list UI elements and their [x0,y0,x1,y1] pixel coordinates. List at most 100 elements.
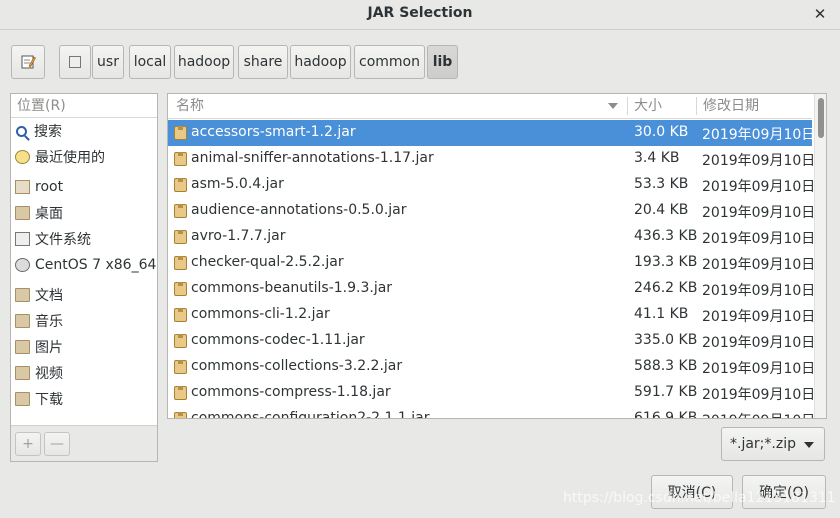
file-row[interactable]: accessors-smart-1.2.jar 30.0 KB 2019年09月… [168,120,815,146]
file-list: 名称 大小 修改日期 accessors-smart-1.2.jar 30.0 … [167,93,827,419]
file-name: avro-1.7.7.jar [191,228,286,244]
jar-file-icon [174,282,187,296]
jar-file-icon [174,152,187,166]
file-name: commons-compress-1.18.jar [191,384,391,400]
places-item-videos[interactable]: 视频 [11,361,157,385]
file-row[interactable]: audience-annotations-0.5.0.jar 20.4 KB 2… [168,198,816,224]
jar-file-icon [174,204,187,218]
jar-file-icon [174,178,187,192]
places-item-label: 视频 [35,366,63,382]
places-item-desktop[interactable]: 桌面 [11,201,157,225]
file-modified: 2019年09月10日 [702,231,816,247]
breadcrumb-hadoop[interactable]: hadoop [174,45,234,79]
places-item-label: 文档 [35,288,63,304]
file-name: asm-5.0.4.jar [191,176,284,192]
places-item-pictures[interactable]: 图片 [11,335,157,359]
places-item-label: 下载 [35,392,63,408]
file-modified: 2019年09月10日 [702,361,816,377]
breadcrumb-lib[interactable]: lib [427,45,458,79]
add-bookmark-button[interactable]: + [15,432,41,456]
file-size: 246.2 KB [634,280,698,296]
places-item-label: root [35,179,64,195]
jar-file-icon [174,412,187,418]
breadcrumb-usr[interactable]: usr [92,45,124,79]
file-modified: 2019年09月10日 [702,335,816,351]
file-row[interactable]: commons-cli-1.2.jar 41.1 KB 2019年09月10日 [168,302,816,328]
file-name: checker-qual-2.5.2.jar [191,254,344,270]
jar-file-icon [174,386,187,400]
file-row[interactable]: animal-sniffer-annotations-1.17.jar 3.4 … [168,146,816,172]
remove-bookmark-button[interactable]: — [44,432,70,456]
file-row[interactable]: commons-codec-1.11.jar 335.0 KB 2019年09月… [168,328,816,354]
places-item-documents[interactable]: 文档 [11,283,157,307]
drive-icon [69,56,81,68]
chevron-down-icon [804,442,814,448]
file-modified: 2019年09月10日 [702,205,816,221]
vertical-scrollbar[interactable] [814,94,826,418]
jar-file-icon [174,334,187,348]
column-header-name[interactable]: 名称 [170,94,626,118]
file-modified: 2019年09月10日 [702,283,816,299]
jar-file-icon [174,230,187,244]
file-size: 588.3 KB [634,358,698,374]
breadcrumb-share[interactable]: share [238,45,288,79]
file-name: commons-beanutils-1.9.3.jar [191,280,393,296]
places-item-label: 桌面 [35,206,63,222]
file-name: audience-annotations-0.5.0.jar [191,202,407,218]
file-type-filter-select[interactable]: *.jar;*.zip [721,427,825,461]
places-sidebar: 位置(R) 搜索 最近使用的 root 桌面 文件系统 CentOS 7 x86… [10,93,158,462]
places-item-root[interactable]: root [11,175,157,199]
ok-button[interactable]: 确定(O) [742,475,826,509]
file-name: animal-sniffer-annotations-1.17.jar [191,150,434,166]
filter-value: *.jar;*.zip [730,436,796,452]
file-modified: 2019年09月10日 [702,153,816,169]
file-modified: 2019年09月10日 [702,410,815,418]
places-item-downloads[interactable]: 下载 [11,387,157,411]
breadcrumb-hadoop-2[interactable]: hadoop [290,45,351,79]
places-item-music[interactable]: 音乐 [11,309,157,333]
file-modified: 2019年09月10日 [702,257,816,273]
jar-file-icon [174,256,187,270]
places-footer: + — [11,425,157,461]
edit-location-icon [20,54,36,70]
recent-icon [15,150,30,164]
file-name: commons-codec-1.11.jar [191,332,365,348]
documents-folder-icon [15,288,30,302]
file-name: commons-configuration2-2.1.1.jar [191,410,430,419]
places-item-recent[interactable]: 最近使用的 [11,145,157,169]
file-row[interactable]: checker-qual-2.5.2.jar 193.3 KB 2019年09月… [168,250,816,276]
file-list-header: 名称 大小 修改日期 [168,94,812,119]
edit-location-button[interactable] [11,45,45,79]
window-title: JAR Selection [367,5,473,21]
places-item-label: CentOS 7 x86_64 [35,257,157,273]
jar-file-icon [174,308,187,322]
close-icon[interactable]: ✕ [810,4,830,24]
file-row[interactable]: commons-compress-1.18.jar 591.7 KB 2019年… [168,380,815,406]
breadcrumb-local[interactable]: local [129,45,171,79]
file-size: 53.3 KB [634,176,689,192]
breadcrumb-root-drive[interactable] [59,45,91,79]
places-item-filesystem[interactable]: 文件系统 [11,227,157,251]
cancel-button[interactable]: 取消(C) [651,475,733,509]
desktop-folder-icon [15,206,30,220]
file-size: 30.0 KB [634,124,689,140]
pictures-folder-icon [15,340,30,354]
file-row[interactable]: avro-1.7.7.jar 436.3 KB 2019年09月10日 [168,224,816,250]
column-header-modified[interactable]: 修改日期 [697,94,812,118]
file-size: 591.7 KB [634,384,698,400]
file-row[interactable]: commons-configuration2-2.1.1.jar 616.9 K… [168,406,815,419]
places-item-centos-disc[interactable]: CentOS 7 x86_64 [11,253,157,277]
jar-file-icon [174,360,187,374]
places-item-search[interactable]: 搜索 [11,119,157,143]
file-size: 335.0 KB [634,332,698,348]
scrollbar-thumb[interactable] [818,98,824,138]
home-folder-icon [15,180,30,194]
breadcrumb-common[interactable]: common [354,45,425,79]
file-row[interactable]: asm-5.0.4.jar 53.3 KB 2019年09月10日 [168,172,815,198]
file-size: 193.3 KB [634,254,698,270]
file-row[interactable]: commons-collections-3.2.2.jar 588.3 KB 2… [168,354,816,380]
file-modified: 2019年09月10日 [702,309,816,325]
file-size: 20.4 KB [634,202,689,218]
file-row[interactable]: commons-beanutils-1.9.3.jar 246.2 KB 201… [168,276,816,302]
column-header-size[interactable]: 大小 [628,94,696,118]
